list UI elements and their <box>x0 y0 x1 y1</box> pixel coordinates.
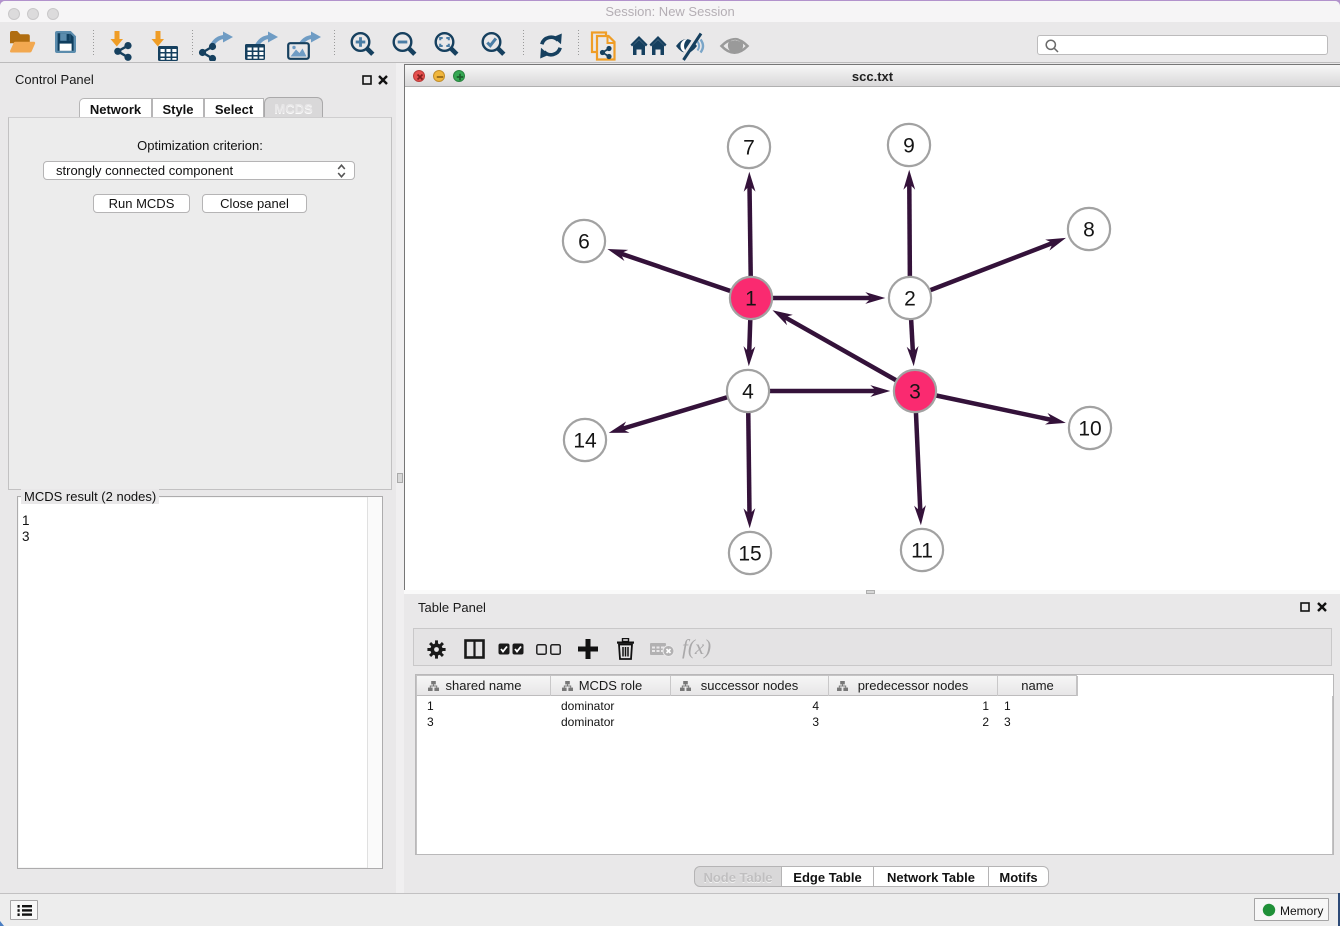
svg-text:6: 6 <box>578 231 590 254</box>
svg-text:1: 1 <box>745 288 757 311</box>
svg-text:9: 9 <box>903 135 915 158</box>
svg-text:11: 11 <box>911 540 933 563</box>
svg-text:4: 4 <box>742 381 754 404</box>
svg-text:14: 14 <box>573 430 597 453</box>
svg-text:7: 7 <box>743 137 755 160</box>
svg-text:3: 3 <box>909 381 921 404</box>
svg-text:10: 10 <box>1078 418 1101 441</box>
svg-text:8: 8 <box>1083 219 1095 242</box>
svg-text:2: 2 <box>904 288 916 311</box>
svg-text:15: 15 <box>738 543 761 566</box>
